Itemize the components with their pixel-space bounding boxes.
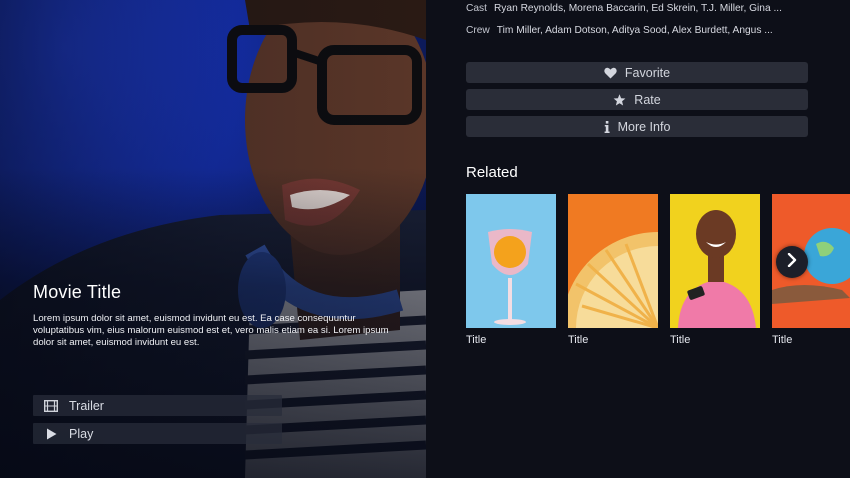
- crew-row: Crew Tim Miller, Adam Dotson, Aditya Sood…: [466, 25, 773, 36]
- related-tile[interactable]: Title: [568, 194, 658, 346]
- favorite-button[interactable]: Favorite: [466, 62, 808, 83]
- crew-label: Crew: [466, 25, 490, 36]
- heart-icon: [604, 67, 617, 79]
- tile-title: Title: [772, 334, 793, 346]
- film-icon: [33, 399, 69, 412]
- cast-row: Cast Ryan Reynolds, Morena Baccarin, Ed S…: [466, 3, 782, 14]
- play-button[interactable]: Play: [33, 423, 282, 444]
- movie-description: Lorem ipsum dolor sit amet, euismod invi…: [33, 313, 389, 349]
- related-tile[interactable]: Title: [466, 194, 556, 346]
- trailer-label: Trailer: [69, 398, 104, 413]
- favorite-label: Favorite: [624, 65, 671, 80]
- tile-image-cocktail: [466, 194, 556, 328]
- related-tile[interactable]: Title: [670, 194, 760, 346]
- cast-label: Cast: [466, 3, 487, 14]
- info-icon: [604, 120, 610, 133]
- rate-button[interactable]: Rate: [466, 89, 808, 110]
- tile-title: Title: [670, 334, 691, 346]
- crew-value: Tim Miller, Adam Dotson, Aditya Sood, Al…: [496, 25, 773, 36]
- chevron-right-icon: [787, 252, 797, 272]
- more-info-label: More Info: [617, 119, 671, 134]
- more-info-button[interactable]: More Info: [466, 116, 808, 137]
- tile-title: Title: [568, 334, 589, 346]
- play-icon: [33, 428, 69, 440]
- play-label: Play: [69, 426, 94, 441]
- hero-panel: Movie Title Lorem ipsum dolor sit amet, …: [0, 0, 426, 478]
- tile-image-citrus: [568, 194, 658, 328]
- movie-title: Movie Title: [33, 282, 122, 302]
- rate-label: Rate: [634, 92, 661, 107]
- tile-title: Title: [466, 334, 487, 346]
- related-heading: Related: [466, 164, 518, 181]
- cast-value: Ryan Reynolds, Morena Baccarin, Ed Skrei…: [493, 3, 782, 14]
- tile-image-woman: [670, 194, 760, 328]
- star-icon: [613, 93, 626, 106]
- next-arrow-button[interactable]: [776, 246, 808, 278]
- details-panel: Cast Ryan Reynolds, Morena Baccarin, Ed S…: [426, 0, 850, 478]
- trailer-button[interactable]: Trailer: [33, 395, 282, 416]
